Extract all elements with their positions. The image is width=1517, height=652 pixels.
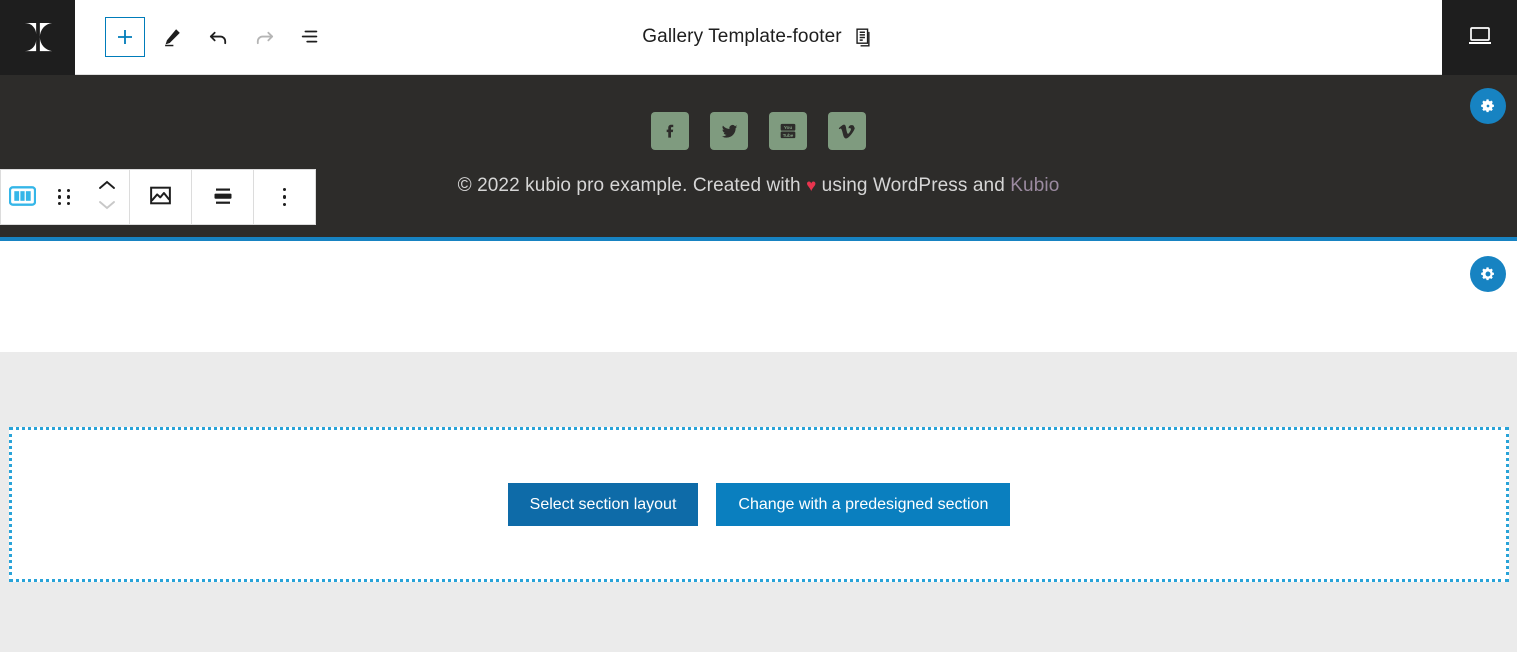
- kebab-menu-icon: [282, 187, 287, 207]
- block-toolbar: [0, 169, 316, 225]
- svg-text:You: You: [784, 125, 793, 131]
- desktop-icon: [1467, 22, 1493, 53]
- drag-handle[interactable]: [43, 170, 85, 224]
- columns-icon: [8, 185, 36, 210]
- youtube-icon: You Tube: [777, 120, 799, 142]
- kubio-logo-icon: [23, 22, 53, 52]
- undo-arrow-icon: [207, 26, 230, 49]
- page-title: Gallery Template-footer: [642, 26, 842, 47]
- add-block-button[interactable]: [105, 17, 145, 57]
- drag-dots-icon: [57, 188, 71, 206]
- chevron-down-icon[interactable]: [97, 198, 117, 216]
- redo-arrow-icon: [253, 26, 276, 49]
- youtube-link[interactable]: You Tube: [769, 112, 807, 150]
- pencil-icon: [161, 26, 183, 48]
- heart-icon: ♥: [806, 176, 817, 195]
- gear-icon: [1479, 265, 1497, 283]
- facebook-icon: [660, 121, 680, 141]
- vimeo-link[interactable]: [828, 112, 866, 150]
- select-section-layout-button[interactable]: Select section layout: [507, 483, 699, 526]
- redo-button[interactable]: [245, 18, 283, 56]
- top-bar-tools: [105, 17, 329, 57]
- gear-icon: [1479, 97, 1497, 115]
- undo-button[interactable]: [199, 18, 237, 56]
- social-icons-row: You Tube: [0, 112, 1517, 150]
- image-icon: [148, 183, 173, 211]
- facebook-link[interactable]: [651, 112, 689, 150]
- empty-section-placeholder[interactable]: Select section layout Change with a pred…: [9, 427, 1509, 582]
- edit-tool-button[interactable]: [153, 18, 191, 56]
- twitter-icon: [719, 121, 740, 142]
- chevron-up-icon[interactable]: [97, 178, 117, 196]
- section-settings-gear[interactable]: [1470, 256, 1506, 292]
- copyright-before-heart: © 2022 kubio pro example. Created with: [457, 175, 807, 196]
- align-center-icon: [211, 184, 235, 211]
- more-options-button[interactable]: [254, 170, 315, 224]
- block-type-columns-button[interactable]: [1, 170, 43, 224]
- twitter-link[interactable]: [710, 112, 748, 150]
- editor-root: Gallery Template-footer You Tube © 2022 …: [0, 0, 1517, 652]
- block-toolbar-group-align: [192, 170, 254, 224]
- canvas-white-area: [0, 241, 1517, 352]
- footer-settings-gear[interactable]: [1470, 88, 1506, 124]
- copyright-after-heart: using WordPress and: [816, 175, 1011, 196]
- block-toolbar-group-image: [130, 170, 192, 224]
- list-view-button[interactable]: [291, 18, 329, 56]
- editor-top-bar: Gallery Template-footer: [0, 0, 1517, 75]
- kubio-logo-button[interactable]: [0, 0, 75, 75]
- list-view-icon: [299, 26, 321, 48]
- block-toolbar-group-main: [1, 170, 130, 224]
- change-predesigned-section-button[interactable]: Change with a predesigned section: [716, 483, 1011, 526]
- kubio-credit-link[interactable]: Kubio: [1010, 175, 1059, 196]
- move-block-arrows[interactable]: [85, 170, 129, 224]
- background-image-button[interactable]: [130, 170, 191, 224]
- svg-text:Tube: Tube: [783, 133, 794, 138]
- desktop-preview-button[interactable]: [1442, 0, 1517, 75]
- vertical-align-button[interactable]: [192, 170, 253, 224]
- plus-icon: [115, 27, 135, 47]
- document-overview-icon[interactable]: [854, 27, 875, 48]
- block-toolbar-group-more: [254, 170, 315, 224]
- vimeo-icon: [837, 121, 858, 142]
